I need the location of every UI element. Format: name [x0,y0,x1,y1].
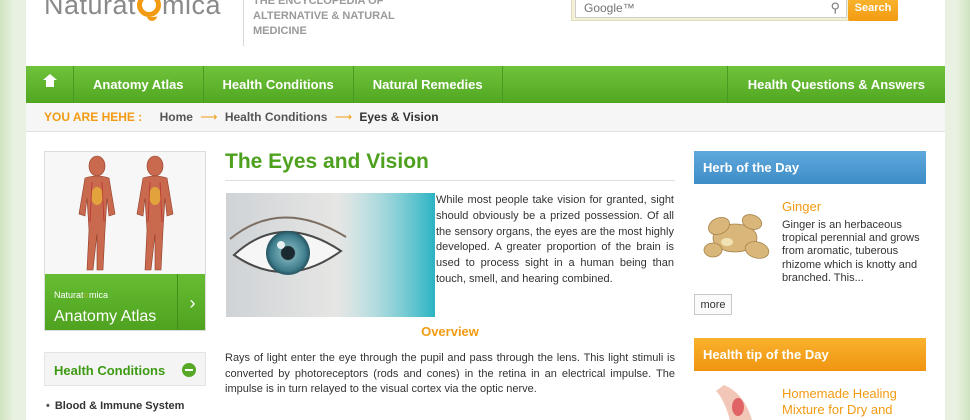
search-box: ⚲ [571,0,851,21]
herb-description: Ginger is an herbaceous tropical perenni… [782,219,920,284]
breadcrumb-arrow-icon: ⟶ [334,110,353,124]
nav-item-health-conditions[interactable]: Health Conditions [204,66,354,103]
main-nav: Anatomy Atlas Health Conditions Natural … [26,66,945,103]
health-tip-image [694,385,774,420]
breadcrumb-link-home[interactable]: Home [160,110,193,124]
herb-name[interactable]: Ginger [782,199,821,214]
health-conditions-title: Health Conditions [54,363,166,378]
eye-photo [226,193,435,317]
atlas-title: Anatomy Atlas [54,308,157,325]
logo-text-left: Naturat [44,0,137,20]
header-divider [243,0,244,46]
health-tip-title[interactable]: Homemade Healing Mixture for Dry and [782,386,922,418]
collapse-icon[interactable] [182,363,196,377]
nav-item-health-qa[interactable]: Health Questions & Answers [726,66,945,103]
herb-more-button[interactable]: more [694,294,732,315]
breadcrumb-current: Eyes & Vision [359,110,439,124]
breadcrumb-label: YOU ARE HEHE : [44,110,143,124]
home-icon [42,74,57,90]
atlas-mini-logo: Naturat○mica [54,290,108,300]
ginger-image [703,214,770,259]
logo-o-icon [137,0,162,21]
anatomy-figures-image [45,152,205,274]
anatomy-atlas-footer: Naturat○mica Anatomy Atlas › [45,274,205,330]
page: Naturat mica The Encyclopedia of Alternat… [26,0,945,420]
overview-paragraph: Rays of light enter the eye through the … [225,352,675,396]
nav-item-natural-remedies[interactable]: Natural Remedies [354,66,503,103]
anatomy-atlas-card[interactable]: Naturat○mica Anatomy Atlas › [44,151,206,331]
site-tagline: The Encyclopedia of Alternative & Natura… [253,0,395,37]
overview-heading: Overview [421,324,479,339]
search-button[interactable]: Search [848,0,898,21]
nav-item-anatomy-atlas[interactable]: Anatomy Atlas [74,66,204,103]
title-divider [225,180,675,181]
intro-paragraph: While most people take vision for grante… [436,194,674,285]
site-logo[interactable]: Naturat mica [44,0,221,21]
atlas-mini-logo-left: Naturat [54,290,84,300]
health-condition-item[interactable]: Blood & Immune System [46,400,185,412]
logo-text-right: mica [162,0,222,20]
breadcrumb: YOU ARE HEHE : Home ⟶ Health Conditions … [26,103,945,132]
chevron-right-icon[interactable]: › [177,274,205,330]
search-input[interactable] [575,0,847,18]
page-title: The Eyes and Vision [225,150,429,173]
health-tip-header: Health tip of the Day [694,338,926,371]
breadcrumb-arrow-icon: ⟶ [200,110,218,124]
nav-home-button[interactable] [26,66,74,103]
atlas-mini-logo-right: mica [88,290,108,300]
search-icon[interactable]: ⚲ [830,0,840,16]
breadcrumb-link-health-conditions[interactable]: Health Conditions [225,110,328,124]
health-conditions-panel-header[interactable]: Health Conditions [44,352,206,386]
herb-of-the-day-header: Herb of the Day [694,151,926,184]
